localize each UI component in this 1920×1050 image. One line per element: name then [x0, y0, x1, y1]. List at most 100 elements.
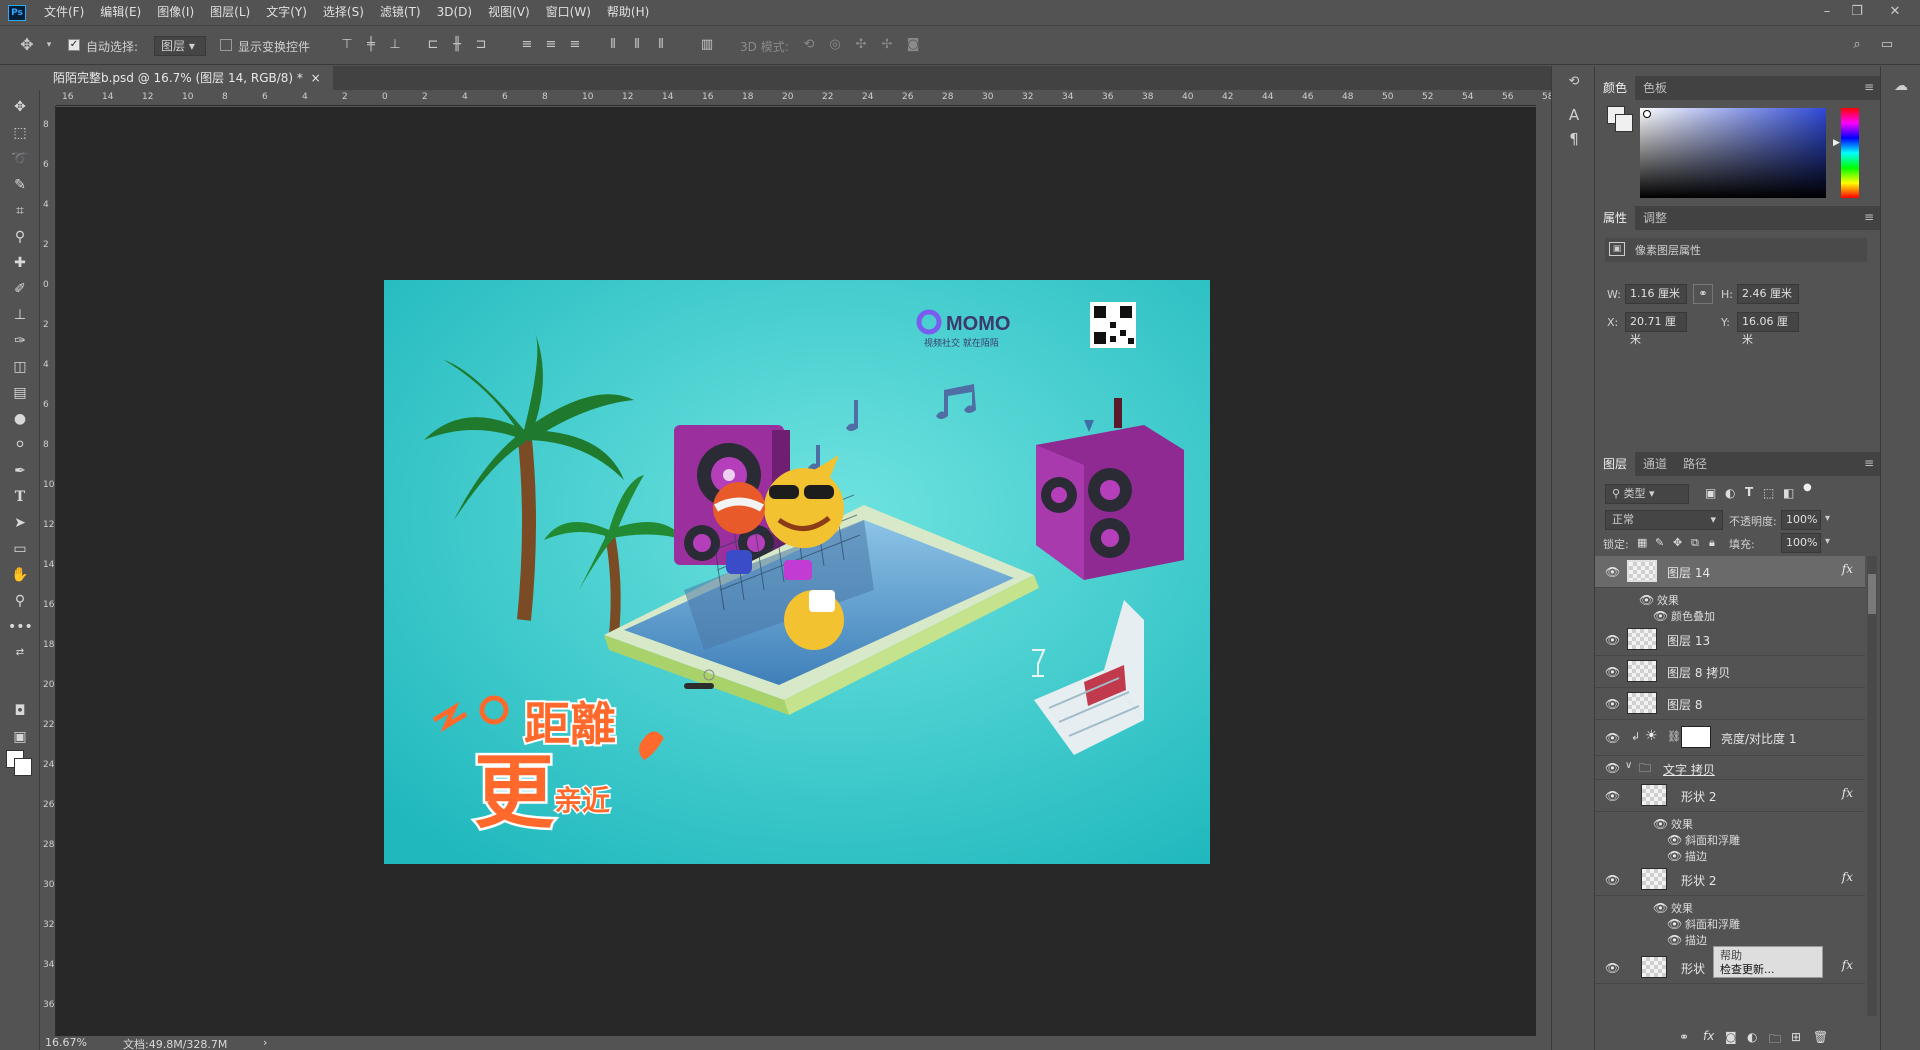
restore-icon[interactable]: ❐ — [1842, 0, 1872, 22]
tab-color[interactable]: 颜色 — [1595, 76, 1636, 100]
align-bottom-icon[interactable]: ⊥ — [386, 36, 404, 54]
layer-row[interactable]: 👁︎ ↲ ☀ ⛓ 亮度/对比度 1 — [1595, 720, 1865, 756]
distribute-right-icon[interactable]: ⦀ — [652, 36, 670, 54]
menu-layer[interactable]: 图层(L) — [202, 0, 258, 25]
more-tools-icon[interactable]: ••• — [8, 616, 33, 638]
check-updates-item[interactable]: 检查更新... — [1720, 961, 1775, 977]
lock-position-icon[interactable]: ✥ — [1673, 536, 1682, 549]
layer-row[interactable]: 👁︎ 图层 14 fx — [1595, 556, 1865, 588]
layer-name[interactable]: 形状 2 — [1681, 872, 1716, 889]
distribute-left-icon[interactable]: ⦀ — [604, 36, 622, 54]
align-top-icon[interactable]: ⊤ — [338, 36, 356, 54]
layer-row[interactable]: 👁︎ 图层 8 — [1595, 688, 1865, 720]
workspace-icon[interactable]: ▭ — [1878, 36, 1896, 54]
show-transform-checkbox[interactable] — [220, 39, 232, 51]
color-picker-cursor[interactable] — [1643, 110, 1651, 118]
effect-stroke[interactable]: 描边 — [1685, 932, 1707, 948]
tab-adjustments[interactable]: 调整 — [1635, 206, 1675, 230]
auto-select-dropdown[interactable]: 图层 ▾ — [154, 36, 206, 56]
x-position-field[interactable]: 20.71 厘米 — [1625, 312, 1687, 346]
artwork-image[interactable]: MOMO 视频社交 就在陌陌 距離 更 亲近 — [384, 280, 1210, 864]
effect-color-overlay[interactable]: 颜色叠加 — [1671, 608, 1715, 624]
effect-eye-icon[interactable]: 👁︎ — [1653, 610, 1668, 622]
distribute-vcenter-icon[interactable]: ≡ — [542, 36, 560, 54]
move-tool-icon[interactable]: ✥ — [18, 36, 36, 54]
layer-row[interactable]: 👁︎ 形状 2 fx — [1595, 780, 1865, 812]
eraser-tool-icon[interactable]: ◫ — [8, 356, 32, 378]
lock-artboard-icon[interactable]: ⧉ — [1691, 536, 1699, 550]
effect-stroke[interactable]: 描边 — [1685, 848, 1707, 864]
effects-eye-icon[interactable]: 👁︎ — [1653, 902, 1668, 914]
libraries-icon[interactable]: ☁ — [1891, 78, 1911, 96]
gradient-tool-icon[interactable]: ▤ — [8, 382, 32, 404]
hue-slider-handle-icon[interactable]: ▶ — [1833, 138, 1840, 148]
effect-bevel-emboss[interactable]: 斜面和浮雕 — [1685, 916, 1740, 932]
layer-effects-icon[interactable]: fx — [1842, 562, 1853, 576]
opacity-field[interactable]: 100% — [1781, 510, 1821, 530]
layers-scrollbar[interactable] — [1867, 556, 1877, 1016]
menu-view[interactable]: 视图(V) — [480, 0, 538, 25]
blend-mode-dropdown[interactable]: 正常 ▾ — [1605, 510, 1723, 530]
lock-pixels-icon[interactable]: ✎ — [1655, 536, 1664, 549]
layer-row[interactable]: 👁︎ 图层 13 — [1595, 624, 1865, 656]
layer-name[interactable]: 亮度/对比度 1 — [1721, 730, 1797, 747]
layer-name[interactable]: 图层 14 — [1667, 564, 1710, 581]
opacity-chevron-icon[interactable]: ▾ — [1825, 513, 1830, 524]
auto-select-checkbox[interactable]: ✓ — [68, 39, 80, 51]
brush-tool-icon[interactable]: ✐ — [8, 278, 32, 300]
3d-roll-icon[interactable]: ◎ — [826, 36, 844, 54]
rectangle-tool-icon[interactable]: ▭ — [8, 538, 32, 560]
history-panel-icon[interactable]: ⟲ — [1564, 74, 1584, 94]
status-menu-arrow-icon[interactable]: › — [263, 1036, 267, 1049]
visibility-eye-icon[interactable]: 👁︎ — [1605, 566, 1620, 578]
swap-colors-icon[interactable]: ⇄ — [8, 642, 32, 664]
layer-group-row[interactable]: 👁︎ ∨ 🗀︎ 文字 拷贝 — [1595, 756, 1865, 780]
group-expand-chevron-icon[interactable]: ∨ — [1625, 760, 1632, 771]
menu-edit[interactable]: 编辑(E) — [92, 0, 149, 25]
layer-filter-dropdown[interactable]: ⚲ 类型 ▾ — [1605, 484, 1689, 504]
lasso-tool-icon[interactable]: ➰ — [8, 148, 32, 170]
layer-name[interactable]: 图层 13 — [1667, 632, 1710, 649]
path-select-tool-icon[interactable]: ➤ — [8, 512, 32, 534]
filter-adjustment-icon[interactable]: ◐ — [1725, 486, 1735, 500]
effect-eye-icon[interactable]: 👁︎ — [1667, 934, 1682, 946]
3d-slide-icon[interactable]: ✢ — [878, 36, 896, 54]
layer-mask-thumbnail[interactable] — [1681, 726, 1711, 748]
lock-all-icon[interactable]: 🔒︎ — [1709, 536, 1715, 550]
align-vcenter-icon[interactable]: ╪ — [362, 36, 380, 54]
pen-tool-icon[interactable]: ✒ — [8, 460, 32, 482]
3d-pan-icon[interactable]: ✣ — [852, 36, 870, 54]
effects-eye-icon[interactable]: 👁︎ — [1639, 594, 1654, 606]
layers-scrollbar-thumb[interactable] — [1868, 574, 1876, 614]
type-tool-icon[interactable]: T — [8, 486, 32, 508]
panel-menu-icon[interactable]: ≡ — [1864, 80, 1874, 94]
hue-slider[interactable] — [1841, 108, 1859, 198]
visibility-eye-icon[interactable]: 👁︎ — [1605, 732, 1620, 744]
effects-eye-icon[interactable]: 👁︎ — [1653, 818, 1668, 830]
visibility-eye-icon[interactable]: 👁︎ — [1605, 698, 1620, 710]
menu-help[interactable]: 帮助(H) — [599, 0, 657, 25]
new-layer-icon[interactable]: ⊞ — [1791, 1030, 1801, 1044]
layer-row[interactable]: 👁︎ 形状 2 fx — [1595, 864, 1865, 896]
menu-window[interactable]: 窗口(W) — [538, 0, 599, 25]
layer-effects-icon[interactable]: fx — [1842, 786, 1853, 800]
add-style-icon[interactable]: fx — [1703, 1029, 1714, 1043]
menu-3d[interactable]: 3D(D) — [429, 0, 480, 25]
3d-orbit-icon[interactable]: ⟲ — [800, 36, 818, 54]
visibility-eye-icon[interactable]: 👁︎ — [1605, 666, 1620, 678]
color-picker-field[interactable] — [1640, 108, 1826, 198]
document-tab[interactable]: 陌陌完整b.psd @ 16.7% (图层 14, RGB/8) * × — [41, 66, 333, 90]
menu-file[interactable]: 文件(F) — [36, 0, 92, 25]
new-group-icon[interactable]: 🗀︎ — [1769, 1030, 1781, 1050]
tab-properties[interactable]: 属性 — [1595, 206, 1636, 230]
auto-align-icon[interactable]: ▥ — [698, 36, 716, 54]
background-color-swatch[interactable] — [14, 758, 32, 776]
visibility-eye-icon[interactable]: 👁︎ — [1605, 634, 1620, 646]
link-layers-icon[interactable]: ⚭ — [1679, 1030, 1689, 1044]
filter-type-icon[interactable]: T — [1745, 485, 1753, 499]
new-adjustment-icon[interactable]: ◐ — [1747, 1030, 1757, 1044]
history-brush-tool-icon[interactable]: ✑ — [8, 330, 32, 352]
eyedropper-tool-icon[interactable]: ⚲ — [8, 226, 32, 248]
visibility-eye-icon[interactable]: 👁︎ — [1605, 790, 1620, 802]
zoom-tool-icon[interactable]: ⚲ — [8, 590, 32, 612]
